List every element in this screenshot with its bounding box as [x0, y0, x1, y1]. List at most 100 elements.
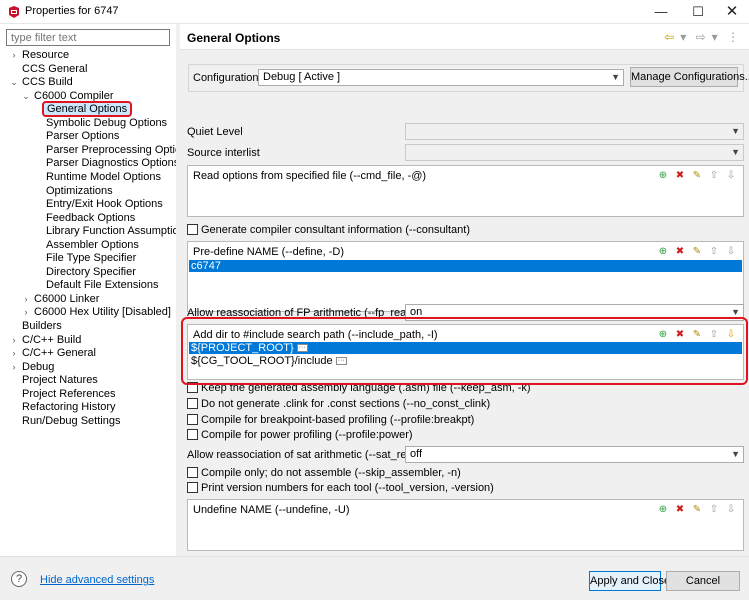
add-icon[interactable]: ⊕: [657, 246, 669, 258]
edit-icon[interactable]: ✎: [691, 504, 703, 516]
tree-item[interactable]: › C6000 Linker: [25, 293, 100, 306]
ellipsis-icon[interactable]: ···: [335, 357, 347, 366]
include-path-item[interactable]: ${PROJECT_ROOT} ···: [189, 342, 742, 354]
forward-menu-icon[interactable]: ▾: [712, 30, 718, 44]
apply-and-close-button[interactable]: Apply and Close: [589, 571, 670, 591]
collapse-chevron-icon[interactable]: ›: [9, 361, 19, 374]
tree-item[interactable]: Directory Specifier: [46, 266, 136, 279]
checkbox-box[interactable]: [187, 482, 198, 493]
collapse-chevron-icon[interactable]: ›: [9, 49, 19, 62]
tree-item[interactable]: Project Natures: [22, 374, 98, 387]
include-path-item[interactable]: ${CG_TOOL_ROOT}/include ···: [189, 355, 347, 367]
back-menu-icon[interactable]: ▾: [680, 30, 686, 44]
configuration-select[interactable]: Debug [ Active ] ▼: [258, 69, 624, 86]
define-item[interactable]: c6747: [189, 260, 742, 272]
minimize-button[interactable]: —: [643, 0, 679, 24]
tree-item[interactable]: ⌄ CCS Build: [10, 76, 73, 89]
cancel-button[interactable]: Cancel: [666, 571, 740, 591]
tree-item-label: CCS Build: [22, 76, 73, 89]
collapse-chevron-icon[interactable]: ›: [21, 306, 31, 319]
tree-item[interactable]: Parser Diagnostics Options: [46, 157, 179, 170]
delete-icon[interactable]: ✖: [674, 170, 686, 182]
move-up-icon[interactable]: ⇧: [708, 504, 720, 516]
tool-version-checkbox[interactable]: Print version numbers for each tool (--t…: [187, 482, 494, 495]
keep-asm-checkbox[interactable]: Keep the generated assembly language (.a…: [187, 382, 531, 395]
tree-item-label: Builders: [22, 320, 62, 332]
tree-item[interactable]: Runtime Model Options: [46, 171, 161, 184]
add-icon[interactable]: ⊕: [657, 329, 669, 341]
move-up-icon[interactable]: ⇧: [708, 246, 720, 258]
manage-configurations-button[interactable]: Manage Configurations...: [630, 67, 749, 87]
tool-version-label: Print version numbers for each tool (--t…: [201, 482, 494, 494]
edit-icon[interactable]: ✎: [691, 329, 703, 341]
ellipsis-icon[interactable]: ···: [296, 344, 308, 353]
skip-assembler-checkbox[interactable]: Compile only; do not assemble (--skip_as…: [187, 467, 461, 480]
checkbox-box[interactable]: [187, 429, 198, 440]
quiet-level-select[interactable]: ▼: [405, 123, 744, 140]
move-down-icon[interactable]: ⇩: [725, 246, 737, 258]
checkbox-box[interactable]: [187, 224, 198, 235]
move-up-icon[interactable]: ⇧: [708, 170, 720, 182]
expand-chevron-icon[interactable]: ⌄: [21, 90, 31, 103]
tree-item[interactable]: Parser Options: [46, 130, 119, 143]
tree-item[interactable]: Builders: [22, 320, 62, 333]
close-button[interactable]: ✕: [714, 0, 749, 24]
edit-icon[interactable]: ✎: [691, 170, 703, 182]
move-down-icon[interactable]: ⇩: [725, 329, 737, 341]
consultant-checkbox[interactable]: Generate compiler consultant information…: [187, 224, 470, 237]
move-up-icon[interactable]: ⇧: [708, 329, 720, 341]
chevron-down-icon: ▼: [731, 307, 740, 317]
edit-icon[interactable]: ✎: [691, 246, 703, 258]
hide-advanced-settings-link[interactable]: Hide advanced settings: [40, 574, 154, 586]
source-interlist-select[interactable]: ▼: [405, 144, 744, 161]
checkbox-box[interactable]: [187, 467, 198, 478]
profile-power-checkbox[interactable]: Compile for power profiling (--profile:p…: [187, 429, 413, 442]
no-const-clink-checkbox[interactable]: Do not generate .clink for .const sectio…: [187, 398, 490, 411]
move-down-icon[interactable]: ⇩: [725, 170, 737, 182]
checkbox-box[interactable]: [187, 382, 198, 393]
tree-item[interactable]: › C/C++ General: [13, 347, 96, 360]
delete-icon[interactable]: ✖: [674, 329, 686, 341]
filter-input[interactable]: [6, 29, 170, 46]
tree-item[interactable]: Parser Preprocessing Options: [46, 144, 193, 157]
tree-item[interactable]: › C6000 Hex Utility [Disabled]: [25, 306, 171, 319]
tree-item[interactable]: Run/Debug Settings: [22, 415, 120, 428]
add-icon[interactable]: ⊕: [657, 504, 669, 516]
tree-item[interactable]: › Resource: [13, 49, 70, 62]
checkbox-box[interactable]: [187, 398, 198, 409]
tree-item[interactable]: CCS General: [22, 63, 87, 76]
checkbox-box[interactable]: [187, 414, 198, 425]
maximize-button[interactable]: ☐: [680, 0, 716, 24]
tree-item[interactable]: › C/C++ Build: [13, 334, 82, 347]
add-icon[interactable]: ⊕: [657, 170, 669, 182]
collapse-chevron-icon[interactable]: ›: [21, 293, 31, 306]
delete-icon[interactable]: ✖: [674, 246, 686, 258]
tree-item[interactable]: Refactoring History: [22, 401, 116, 414]
collapse-chevron-icon[interactable]: ›: [9, 334, 19, 347]
collapse-chevron-icon[interactable]: ›: [9, 347, 19, 360]
profile-breakpt-label: Compile for breakpoint-based profiling (…: [201, 414, 475, 426]
tree-item[interactable]: Feedback Options: [46, 212, 135, 225]
tree-item[interactable]: Optimizations: [46, 185, 113, 198]
tree-item[interactable]: Entry/Exit Hook Options: [46, 198, 163, 211]
expand-chevron-icon[interactable]: ⌄: [9, 76, 19, 89]
tree-item[interactable]: Assembler Options: [46, 239, 139, 252]
forward-arrow-icon[interactable]: ⇨: [696, 30, 706, 44]
back-arrow-icon[interactable]: ⇦: [664, 30, 674, 44]
tree-item[interactable]: Library Function Assumptions: [46, 225, 190, 238]
profile-breakpt-checkbox[interactable]: Compile for breakpoint-based profiling (…: [187, 414, 474, 427]
sat-reassoc-select[interactable]: off ▼: [405, 446, 744, 463]
fp-reassoc-select[interactable]: on ▼: [405, 304, 744, 321]
tree-item[interactable]: Project References: [22, 388, 116, 401]
tree-item[interactable]: File Type Specifier: [46, 252, 136, 265]
help-icon[interactable]: ?: [11, 571, 27, 587]
move-down-icon[interactable]: ⇩: [725, 504, 737, 516]
tree-item-label: General Options: [42, 101, 133, 118]
tree-item[interactable]: Default File Extensions: [46, 279, 159, 292]
tree-item-label: Entry/Exit Hook Options: [46, 198, 163, 211]
tree-item[interactable]: Symbolic Debug Options: [46, 117, 167, 130]
tree-item[interactable]: › Debug: [13, 361, 55, 374]
delete-icon[interactable]: ✖: [674, 504, 686, 516]
more-options-icon[interactable]: ⋮: [727, 30, 739, 44]
tree-item[interactable]: General Options: [42, 101, 133, 118]
